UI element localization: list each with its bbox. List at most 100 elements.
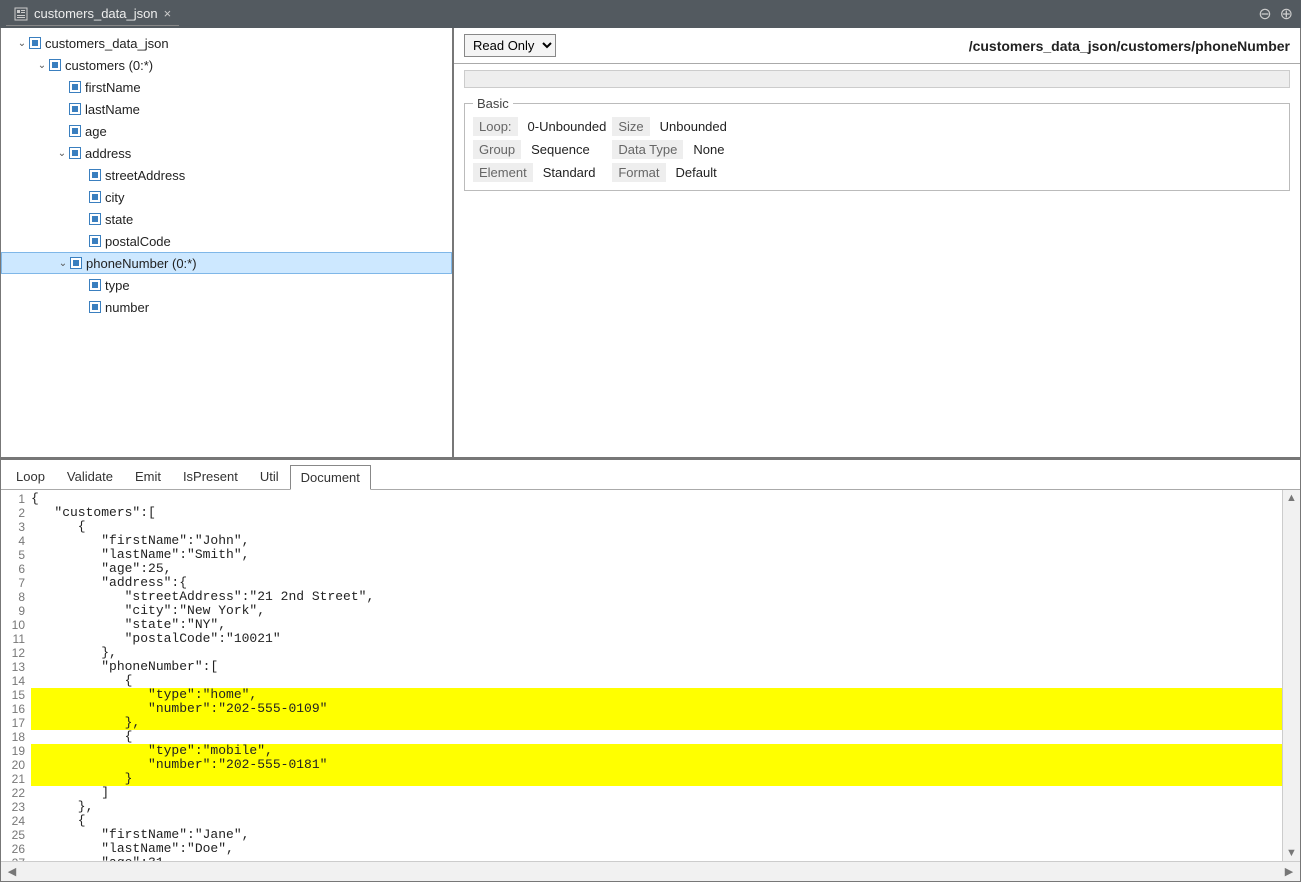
maximize-icon[interactable]: ⊕ bbox=[1280, 4, 1293, 24]
line-text: }, bbox=[31, 716, 1300, 730]
path-breadcrumb: /customers_data_json/customers/phoneNumb… bbox=[969, 38, 1290, 54]
prop-value: None bbox=[687, 140, 730, 159]
tree-node-label: address bbox=[85, 146, 131, 161]
tree-node-label: phoneNumber (0:*) bbox=[86, 256, 197, 271]
node-icon bbox=[89, 279, 101, 291]
line-number: 20 bbox=[1, 758, 31, 772]
document-icon bbox=[14, 7, 28, 21]
line-number: 19 bbox=[1, 744, 31, 758]
tree-node[interactable]: ⌄ address bbox=[1, 142, 452, 164]
line-text: "address":{ bbox=[31, 576, 1300, 590]
tab-ispresent[interactable]: IsPresent bbox=[172, 464, 249, 489]
node-icon bbox=[89, 169, 101, 181]
tree-node[interactable]: lastName bbox=[1, 98, 452, 120]
tree-panel[interactable]: ⌄customers_data_json⌄customers (0:*)firs… bbox=[1, 28, 454, 457]
tree-node[interactable]: city bbox=[1, 186, 452, 208]
prop-label: Size bbox=[612, 117, 649, 136]
line-number: 17 bbox=[1, 716, 31, 730]
tree-node[interactable]: streetAddress bbox=[1, 164, 452, 186]
tree-node[interactable]: ⌄customers_data_json bbox=[1, 32, 452, 54]
tree-node[interactable]: number bbox=[1, 296, 452, 318]
line-number: 5 bbox=[1, 548, 31, 562]
document-tab[interactable]: customers_data_json × bbox=[6, 2, 179, 26]
line-text: }, bbox=[31, 800, 1300, 814]
line-text: { bbox=[31, 520, 1300, 534]
tree-node[interactable]: ⌄ phoneNumber (0:*) bbox=[1, 252, 452, 274]
line-text: "type":"home", bbox=[31, 688, 1300, 702]
code-line: 11 "postalCode":"10021" bbox=[1, 632, 1300, 646]
minimize-icon[interactable]: ⊖ bbox=[1258, 4, 1271, 24]
tab-loop[interactable]: Loop bbox=[5, 464, 56, 489]
tab-document[interactable]: Document bbox=[290, 465, 371, 490]
line-number: 4 bbox=[1, 534, 31, 548]
chevron-down-icon[interactable]: ⌄ bbox=[56, 258, 70, 269]
line-number: 21 bbox=[1, 772, 31, 786]
horizontal-scrollbar[interactable]: ◀ ▶ bbox=[1, 861, 1300, 881]
line-text: "phoneNumber":[ bbox=[31, 660, 1300, 674]
prop-value: 0-Unbounded bbox=[522, 117, 613, 136]
detail-separator bbox=[464, 70, 1290, 88]
close-tab-icon[interactable]: × bbox=[164, 6, 172, 21]
bottom-tabs: LoopValidateEmitIsPresentUtilDocument bbox=[1, 460, 1300, 490]
chevron-down-icon[interactable]: ⌄ bbox=[55, 148, 69, 159]
top-panels: ⌄customers_data_json⌄customers (0:*)firs… bbox=[0, 28, 1301, 458]
vertical-scrollbar[interactable]: ▲ ▼ bbox=[1282, 490, 1300, 861]
tree-node[interactable]: type bbox=[1, 274, 452, 296]
line-number: 16 bbox=[1, 702, 31, 716]
tab-validate[interactable]: Validate bbox=[56, 464, 124, 489]
line-number: 26 bbox=[1, 842, 31, 856]
line-text: ] bbox=[31, 786, 1300, 800]
prop-label: Element bbox=[473, 163, 533, 182]
line-text: "firstName":"Jane", bbox=[31, 828, 1300, 842]
code-line: 2 "customers":[ bbox=[1, 506, 1300, 520]
line-text: "age":25, bbox=[31, 562, 1300, 576]
tree-node-label: customers (0:*) bbox=[65, 58, 153, 73]
code-line: 24 { bbox=[1, 814, 1300, 828]
code-line: 8 "streetAddress":"21 2nd Street", bbox=[1, 590, 1300, 604]
tree-node[interactable]: ⌄ customers (0:*) bbox=[1, 54, 452, 76]
scroll-right-icon[interactable]: ▶ bbox=[1282, 865, 1296, 878]
code-line: 19 "type":"mobile", bbox=[1, 744, 1300, 758]
line-number: 14 bbox=[1, 674, 31, 688]
scroll-left-icon[interactable]: ◀ bbox=[5, 865, 19, 878]
code-editor[interactable]: 1{2 "customers":[3 {4 "firstName":"John"… bbox=[1, 490, 1300, 861]
tree-node[interactable]: age bbox=[1, 120, 452, 142]
mode-select[interactable]: Read Only bbox=[464, 34, 556, 57]
chevron-down-icon[interactable]: ⌄ bbox=[15, 38, 29, 49]
line-number: 22 bbox=[1, 786, 31, 800]
line-number: 15 bbox=[1, 688, 31, 702]
line-text: "streetAddress":"21 2nd Street", bbox=[31, 590, 1300, 604]
code-line: 22 ] bbox=[1, 786, 1300, 800]
tab-util[interactable]: Util bbox=[249, 464, 290, 489]
line-text: } bbox=[31, 772, 1300, 786]
line-text: "firstName":"John", bbox=[31, 534, 1300, 548]
code-wrap: 1{2 "customers":[3 {4 "firstName":"John"… bbox=[1, 490, 1300, 881]
line-number: 6 bbox=[1, 562, 31, 576]
tree-node-label: firstName bbox=[85, 80, 141, 95]
line-number: 9 bbox=[1, 604, 31, 618]
tab-emit[interactable]: Emit bbox=[124, 464, 172, 489]
line-text: "number":"202-555-0109" bbox=[31, 702, 1300, 716]
code-line: 17 }, bbox=[1, 716, 1300, 730]
tree-node[interactable]: state bbox=[1, 208, 452, 230]
tree-node[interactable]: firstName bbox=[1, 76, 452, 98]
node-icon bbox=[29, 37, 41, 49]
line-number: 12 bbox=[1, 646, 31, 660]
code-line: 7 "address":{ bbox=[1, 576, 1300, 590]
basic-legend: Basic bbox=[473, 96, 513, 111]
tree-node[interactable]: postalCode bbox=[1, 230, 452, 252]
detail-panel: Read Only /customers_data_json/customers… bbox=[454, 28, 1300, 457]
document-tab-label: customers_data_json bbox=[34, 6, 158, 21]
scroll-down-icon[interactable]: ▼ bbox=[1286, 847, 1297, 859]
scroll-up-icon[interactable]: ▲ bbox=[1286, 492, 1297, 504]
code-line: 12 }, bbox=[1, 646, 1300, 660]
chevron-down-icon[interactable]: ⌄ bbox=[35, 60, 49, 71]
code-line: 16 "number":"202-555-0109" bbox=[1, 702, 1300, 716]
line-text: }, bbox=[31, 646, 1300, 660]
code-line: 13 "phoneNumber":[ bbox=[1, 660, 1300, 674]
code-line: 15 "type":"home", bbox=[1, 688, 1300, 702]
code-line: 25 "firstName":"Jane", bbox=[1, 828, 1300, 842]
code-line: 18 { bbox=[1, 730, 1300, 744]
code-line: 26 "lastName":"Doe", bbox=[1, 842, 1300, 856]
code-line: 10 "state":"NY", bbox=[1, 618, 1300, 632]
